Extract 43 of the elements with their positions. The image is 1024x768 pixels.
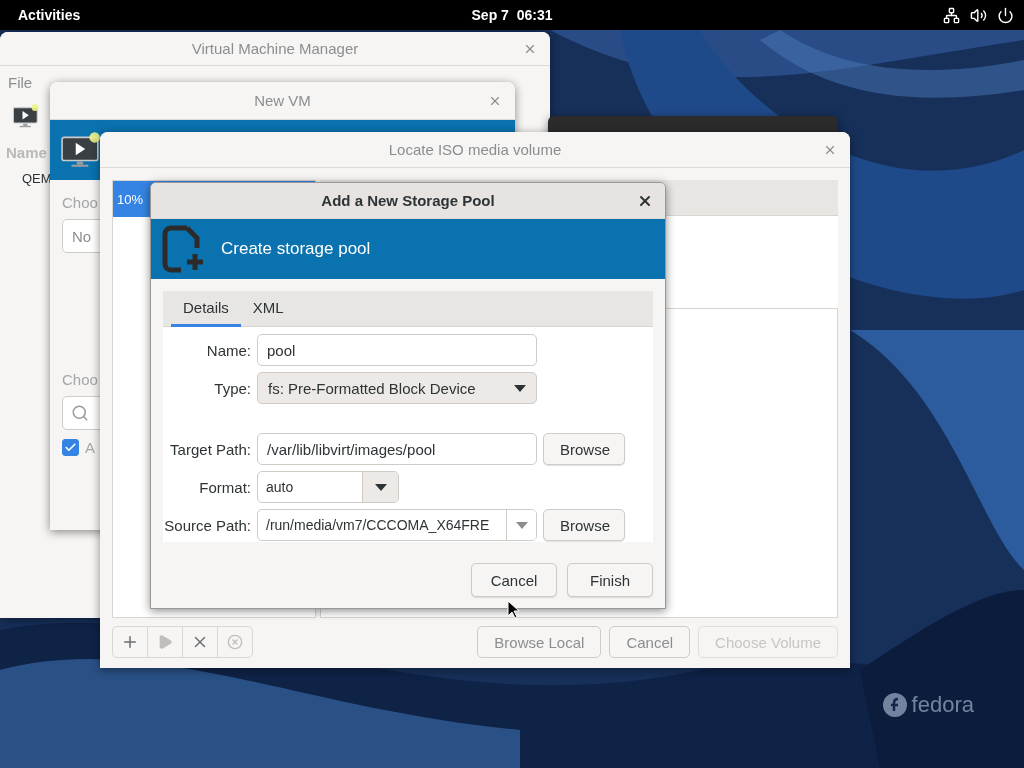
play-icon [157, 634, 173, 650]
stop-icon [227, 634, 243, 650]
window-title: Locate ISO media volume [388, 141, 562, 158]
text-field[interactable]: pool [257, 334, 537, 366]
power-icon[interactable] [997, 6, 1014, 24]
brand-name: fedora [911, 692, 974, 718]
add-icon [121, 633, 139, 651]
dialog-button[interactable]: Cancel [471, 563, 557, 597]
type-dropdown[interactable]: fs: Pre-Formatted Block Device [257, 372, 537, 404]
check-icon [64, 441, 77, 454]
dialog-title: Add a New Storage Pool [321, 192, 495, 209]
field-label: Target Path: [170, 440, 251, 458]
checkbox[interactable] [62, 439, 79, 456]
checkbox-label: A [85, 439, 95, 456]
dropdown-arrow-icon [374, 483, 387, 491]
activities-button[interactable]: Activities [18, 7, 81, 23]
tab[interactable]: XML [240, 291, 296, 327]
search-icon [71, 404, 89, 422]
header-title: Create storage pool [221, 239, 371, 259]
field-label: Format: [199, 478, 251, 496]
field-label: Choo [62, 194, 98, 211]
dropdown-arrow-icon [514, 384, 526, 392]
field-label: Source Path: [164, 516, 251, 534]
volume-icon[interactable] [970, 6, 987, 24]
clock[interactable]: Sep 7 06:31 [471, 7, 553, 23]
field-label: Choo [62, 371, 98, 388]
source-combo[interactable]: /run/media/vm7/CCCOMA_X64FRE [257, 509, 537, 541]
text-field[interactable]: /var/lib/libvirt/images/pool [257, 433, 537, 465]
field-label: Type: [214, 379, 251, 397]
tool-button[interactable] [112, 626, 148, 658]
browse-button[interactable]: Browse [543, 509, 625, 541]
tool-button[interactable] [182, 626, 218, 658]
network-icon[interactable] [943, 6, 960, 24]
dropdown-arrow-icon [515, 521, 528, 529]
fedora-logo-icon [881, 692, 908, 718]
dialog-button[interactable]: Finish [567, 563, 653, 597]
format-combo[interactable]: auto [257, 471, 399, 503]
field-label: Name: [206, 341, 251, 359]
column-header: Name [6, 144, 47, 161]
browse-button[interactable]: Browse [543, 433, 625, 465]
window-title: Virtual Machine Manager [191, 40, 359, 57]
window-title: New VM [254, 92, 311, 109]
monitor-icon [12, 102, 40, 130]
